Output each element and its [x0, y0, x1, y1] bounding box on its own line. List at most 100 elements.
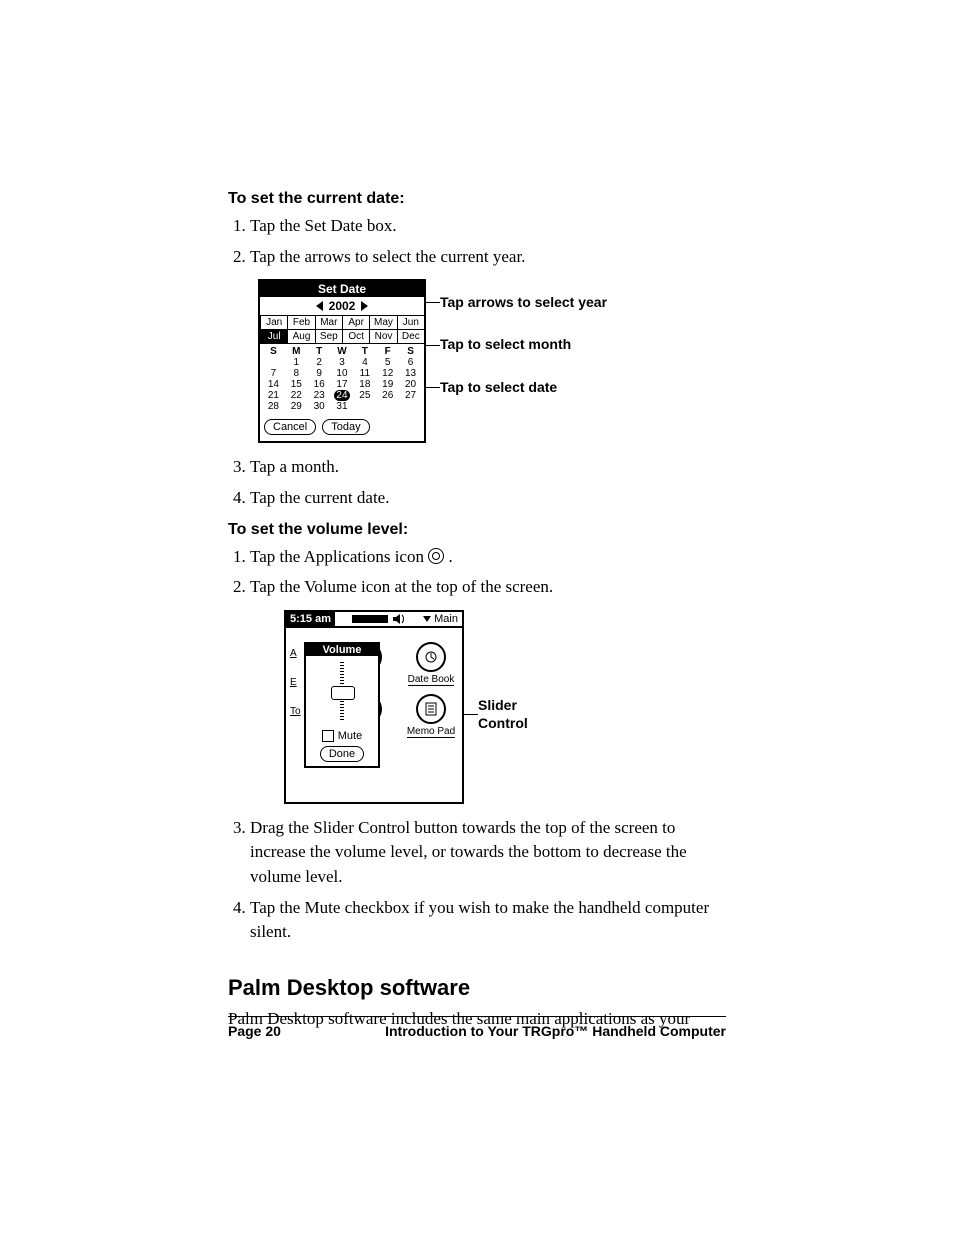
label-stub: A [290, 648, 301, 659]
date-cell[interactable]: 13 [399, 368, 422, 379]
date-cell[interactable]: 19 [376, 379, 399, 390]
date-cell[interactable]: 1 [285, 357, 308, 368]
label-stub: E [290, 677, 301, 688]
app-datebook[interactable]: Date Book [406, 642, 456, 686]
date-cell[interactable]: 29 [285, 401, 308, 412]
date-cell[interactable]: 14 [262, 379, 285, 390]
footer-title: Introduction to Your TRGpro™ Handheld Co… [385, 1023, 726, 1039]
day-header: F [376, 346, 399, 357]
month-cell[interactable]: Sep [315, 329, 343, 344]
month-cell[interactable]: Oct [342, 329, 370, 344]
category-label: Main [434, 613, 458, 625]
set-date-title: Set Date [260, 281, 424, 297]
page-footer: Page 20 Introduction to Your TRGpro™ Han… [228, 1016, 726, 1039]
date-cell[interactable]: 31 [331, 401, 354, 412]
date-cell[interactable]: 20 [399, 379, 422, 390]
set-volume-steps-b: Drag the Slider Control button towards t… [228, 816, 726, 945]
month-cell[interactable]: Feb [287, 315, 315, 330]
set-date-steps-a: Tap the Set Date box. Tap the arrows to … [228, 214, 726, 269]
date-cell[interactable]: 16 [308, 379, 331, 390]
date-cell[interactable]: 11 [353, 368, 376, 379]
month-cell[interactable]: Dec [397, 329, 425, 344]
footer-page: Page 20 [228, 1023, 281, 1039]
done-button[interactable]: Done [320, 746, 364, 762]
step: Tap the Mute checkbox if you wish to mak… [250, 896, 726, 945]
datebook-icon [416, 642, 446, 672]
date-cell[interactable]: 25 [353, 390, 376, 401]
cancel-button[interactable]: Cancel [264, 419, 316, 435]
month-cell[interactable]: Jun [397, 315, 425, 330]
popup-title: Volume [306, 644, 378, 656]
date-cell[interactable]: 15 [285, 379, 308, 390]
year-next-icon[interactable] [361, 301, 368, 311]
date-cell[interactable]: 23 [308, 390, 331, 401]
label-stub: To [290, 706, 301, 717]
day-header: T [353, 346, 376, 357]
step: Tap the Set Date box. [250, 214, 726, 239]
date-cell[interactable]: 9 [308, 368, 331, 379]
callout-date: Tap to select date [440, 378, 607, 396]
date-cell [262, 357, 285, 368]
volume-callouts: Slider Control [478, 610, 538, 756]
year-value: 2002 [329, 299, 356, 313]
date-cell[interactable]: 4 [353, 357, 376, 368]
mute-checkbox[interactable] [322, 730, 334, 742]
set-date-callouts: Tap arrows to select year Tap to select … [440, 279, 607, 420]
date-cell[interactable]: 22 [285, 390, 308, 401]
date-cell[interactable]: 3 [331, 357, 354, 368]
year-prev-icon[interactable] [316, 301, 323, 311]
speaker-icon[interactable] [392, 613, 406, 625]
date-cell[interactable]: 5 [376, 357, 399, 368]
fig-volume-launcher: 5:15 am Main A E To [284, 610, 464, 804]
callout-year: Tap arrows to select year [440, 293, 607, 311]
month-grid: Jan Feb Mar Apr May Jun Jul Aug Sep Oct … [260, 315, 424, 343]
date-cell[interactable]: 30 [308, 401, 331, 412]
step: Tap the Volume icon at the top of the sc… [250, 575, 726, 600]
date-cell[interactable]: 28 [262, 401, 285, 412]
partial-app-labels: A E To [290, 648, 301, 735]
month-cell[interactable]: Nov [369, 329, 397, 344]
category-dropdown[interactable]: Main [423, 613, 458, 625]
step: Tap the arrows to select the current yea… [250, 245, 726, 270]
date-cell[interactable]: 26 [376, 390, 399, 401]
date-cell[interactable]: 24 [331, 390, 354, 401]
app-label: Date Book [408, 674, 455, 686]
day-header: S [262, 346, 285, 357]
task-heading-set-volume: To set the volume level: [228, 521, 726, 539]
date-cell[interactable]: 7 [262, 368, 285, 379]
date-cell[interactable]: 12 [376, 368, 399, 379]
section-heading: Palm Desktop software [228, 975, 726, 1001]
date-cell[interactable]: 10 [331, 368, 354, 379]
step: Tap the current date. [250, 486, 726, 511]
month-cell-selected[interactable]: Jul [260, 329, 288, 344]
callout-slider: Slider Control [478, 696, 538, 732]
date-cell[interactable]: 2 [308, 357, 331, 368]
month-cell[interactable]: Apr [342, 315, 370, 330]
date-cell[interactable]: 17 [331, 379, 354, 390]
month-cell[interactable]: Jan [260, 315, 288, 330]
volume-slider[interactable] [340, 662, 344, 720]
fig-set-date: Set Date 2002 Jan Feb Mar Apr May Jun Ju… [258, 279, 426, 443]
month-cell[interactable]: May [369, 315, 397, 330]
slider-thumb[interactable] [331, 686, 355, 700]
day-header: W [331, 346, 354, 357]
date-cell[interactable]: 27 [399, 390, 422, 401]
step: Drag the Slider Control button towards t… [250, 816, 726, 890]
app-memopad[interactable]: Memo Pad [406, 694, 456, 738]
status-time: 5:15 am [286, 612, 335, 626]
date-cell[interactable]: 21 [262, 390, 285, 401]
date-cell [376, 401, 399, 412]
date-cell[interactable]: 8 [285, 368, 308, 379]
today-button[interactable]: Today [322, 419, 369, 435]
date-cell[interactable]: 6 [399, 357, 422, 368]
month-cell[interactable]: Aug [287, 329, 315, 344]
set-volume-steps-a: Tap the Applications icon . Tap the Volu… [228, 545, 726, 600]
month-cell[interactable]: Mar [315, 315, 343, 330]
calendar-grid: S M T W T F S 12345678910111213141516171… [260, 343, 424, 415]
chevron-down-icon [423, 616, 431, 622]
date-cell[interactable]: 18 [353, 379, 376, 390]
set-date-steps-b: Tap a month. Tap the current date. [228, 455, 726, 510]
step: Tap the Applications icon . [250, 545, 726, 570]
applications-icon [428, 548, 444, 564]
date-cell [399, 401, 422, 412]
